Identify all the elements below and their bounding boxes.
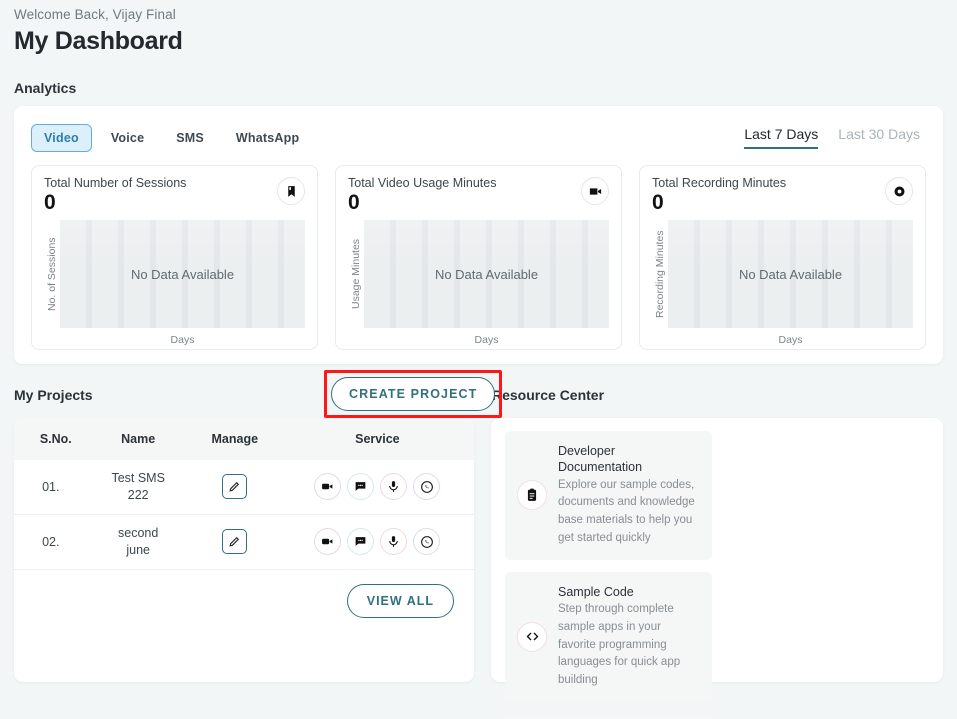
resource-title: Developer Documentation <box>558 443 700 476</box>
tab-video[interactable]: Video <box>31 124 92 152</box>
chat-icon[interactable] <box>347 528 374 555</box>
chart-y-axis-label: No. of Sessions <box>44 220 60 328</box>
cell-manage <box>189 514 281 569</box>
metric-card-video-usage: Total Video Usage Minutes 0 Usage Minute… <box>335 165 622 350</box>
cell-sno: 02. <box>14 514 88 569</box>
chart-y-axis-label: Recording Minutes <box>652 220 668 328</box>
chart-area: Usage Minutes No Data Available <box>348 220 609 328</box>
edit-icon[interactable] <box>222 529 247 554</box>
metric-cards: Total Number of Sessions 0 No. of Sessio… <box>31 165 926 350</box>
lower-body: S.No. Name Manage Service 01. Test SMS 2… <box>14 418 943 682</box>
resource-tile-experience-it[interactable]: Experience It See EnableX functionalitie… <box>505 714 712 719</box>
channel-tabs: Video Voice SMS WhatsApp <box>31 124 312 152</box>
service-icons <box>281 473 474 500</box>
metric-value: 0 <box>652 192 913 214</box>
service-icons <box>281 528 474 555</box>
column-header-name: Name <box>88 418 189 460</box>
projects-table: S.No. Name Manage Service 01. Test SMS 2… <box>14 418 474 570</box>
analytics-panel: Video Voice SMS WhatsApp Last 7 Days Las… <box>14 106 943 364</box>
range-last-7-days[interactable]: Last 7 Days <box>744 126 818 149</box>
welcome-text: Welcome Back, Vijay Final <box>14 0 943 22</box>
cell-manage <box>189 460 281 514</box>
project-name: second june <box>105 525 171 559</box>
my-projects-title: My Projects <box>14 387 93 403</box>
chart-empty-text: No Data Available <box>131 267 234 282</box>
record-icon <box>885 177 913 205</box>
microphone-icon[interactable] <box>380 473 407 500</box>
metric-card-sessions: Total Number of Sessions 0 No. of Sessio… <box>31 165 318 350</box>
bookmark-icon <box>277 177 305 205</box>
resource-tile-sample-code[interactable]: Sample Code Step through complete sample… <box>505 572 712 702</box>
resource-center-panel: Developer Documentation Explore our samp… <box>491 418 943 682</box>
resource-text: Sample Code Step through complete sample… <box>558 584 700 690</box>
column-header-service: Service <box>281 418 474 460</box>
microphone-icon[interactable] <box>380 528 407 555</box>
project-name: Test SMS 222 <box>105 470 171 504</box>
video-camera-icon <box>581 177 609 205</box>
resource-tiles: Developer Documentation Explore our samp… <box>505 431 929 719</box>
chart-plot: No Data Available <box>60 220 305 328</box>
chart-y-axis-label: Usage Minutes <box>348 220 364 328</box>
metric-value: 0 <box>44 192 305 214</box>
projects-heading-row: My Projects CREATE PROJECT <box>14 384 492 406</box>
analytics-toolbar: Video Voice SMS WhatsApp Last 7 Days Las… <box>31 122 926 153</box>
view-all-row: VIEW ALL <box>14 570 474 618</box>
whatsapp-icon[interactable] <box>413 473 440 500</box>
table-row: 02. second june <box>14 514 474 569</box>
resource-tile-developer-documentation[interactable]: Developer Documentation Explore our samp… <box>505 431 712 560</box>
create-project-highlight: CREATE PROJECT <box>324 370 502 418</box>
create-project-button[interactable]: CREATE PROJECT <box>331 377 495 411</box>
cell-service <box>281 514 474 569</box>
cell-service <box>281 460 474 514</box>
cell-name: second june <box>88 514 189 569</box>
range-last-30-days[interactable]: Last 30 Days <box>838 126 920 147</box>
cell-name: Test SMS 222 <box>88 460 189 514</box>
metric-title: Total Video Usage Minutes <box>348 176 609 190</box>
resource-desc: Explore our sample codes, documents and … <box>558 477 700 548</box>
tab-sms[interactable]: SMS <box>163 124 217 152</box>
lower-section-headings: My Projects CREATE PROJECT Resource Cent… <box>14 384 943 406</box>
cell-sno: 01. <box>14 460 88 514</box>
resource-heading-row: Resource Center <box>492 384 943 406</box>
metric-title: Total Number of Sessions <box>44 176 305 190</box>
chart-area: Recording Minutes No Data Available <box>652 220 913 328</box>
video-camera-icon[interactable] <box>314 528 341 555</box>
video-camera-icon[interactable] <box>314 473 341 500</box>
metric-title: Total Recording Minutes <box>652 176 913 190</box>
view-all-button[interactable]: VIEW ALL <box>347 584 454 618</box>
analytics-section-label: Analytics <box>14 80 943 96</box>
chart-plot: No Data Available <box>668 220 913 328</box>
resource-center-title: Resource Center <box>492 387 604 403</box>
whatsapp-icon[interactable] <box>413 528 440 555</box>
projects-panel: S.No. Name Manage Service 01. Test SMS 2… <box>14 418 474 682</box>
edit-icon[interactable] <box>222 474 247 499</box>
table-header-row: S.No. Name Manage Service <box>14 418 474 460</box>
page-title: My Dashboard <box>14 27 943 56</box>
code-icon <box>517 622 547 652</box>
dashboard-page: Welcome Back, Vijay Final My Dashboard A… <box>0 0 957 719</box>
chart-x-axis-label: Days <box>348 334 609 346</box>
resource-desc: Step through complete sample apps in you… <box>558 601 700 690</box>
chart-x-axis-label: Days <box>44 334 305 346</box>
chart-area: No. of Sessions No Data Available <box>44 220 305 328</box>
tab-whatsapp[interactable]: WhatsApp <box>223 124 312 152</box>
chat-icon[interactable] <box>347 473 374 500</box>
chart-empty-text: No Data Available <box>435 267 538 282</box>
resource-title: Sample Code <box>558 584 700 600</box>
column-header-sno: S.No. <box>14 418 88 460</box>
resource-text: Developer Documentation Explore our samp… <box>558 443 700 548</box>
chart-empty-text: No Data Available <box>739 267 842 282</box>
tab-voice[interactable]: Voice <box>98 124 157 152</box>
metric-value: 0 <box>348 192 609 214</box>
date-range-selector: Last 7 Days Last 30 Days <box>744 126 926 149</box>
chart-plot: No Data Available <box>364 220 609 328</box>
table-row: 01. Test SMS 222 <box>14 460 474 514</box>
metric-card-recording: Total Recording Minutes 0 Recording Minu… <box>639 165 926 350</box>
column-header-manage: Manage <box>189 418 281 460</box>
chart-x-axis-label: Days <box>652 334 913 346</box>
clipboard-icon <box>517 480 547 510</box>
